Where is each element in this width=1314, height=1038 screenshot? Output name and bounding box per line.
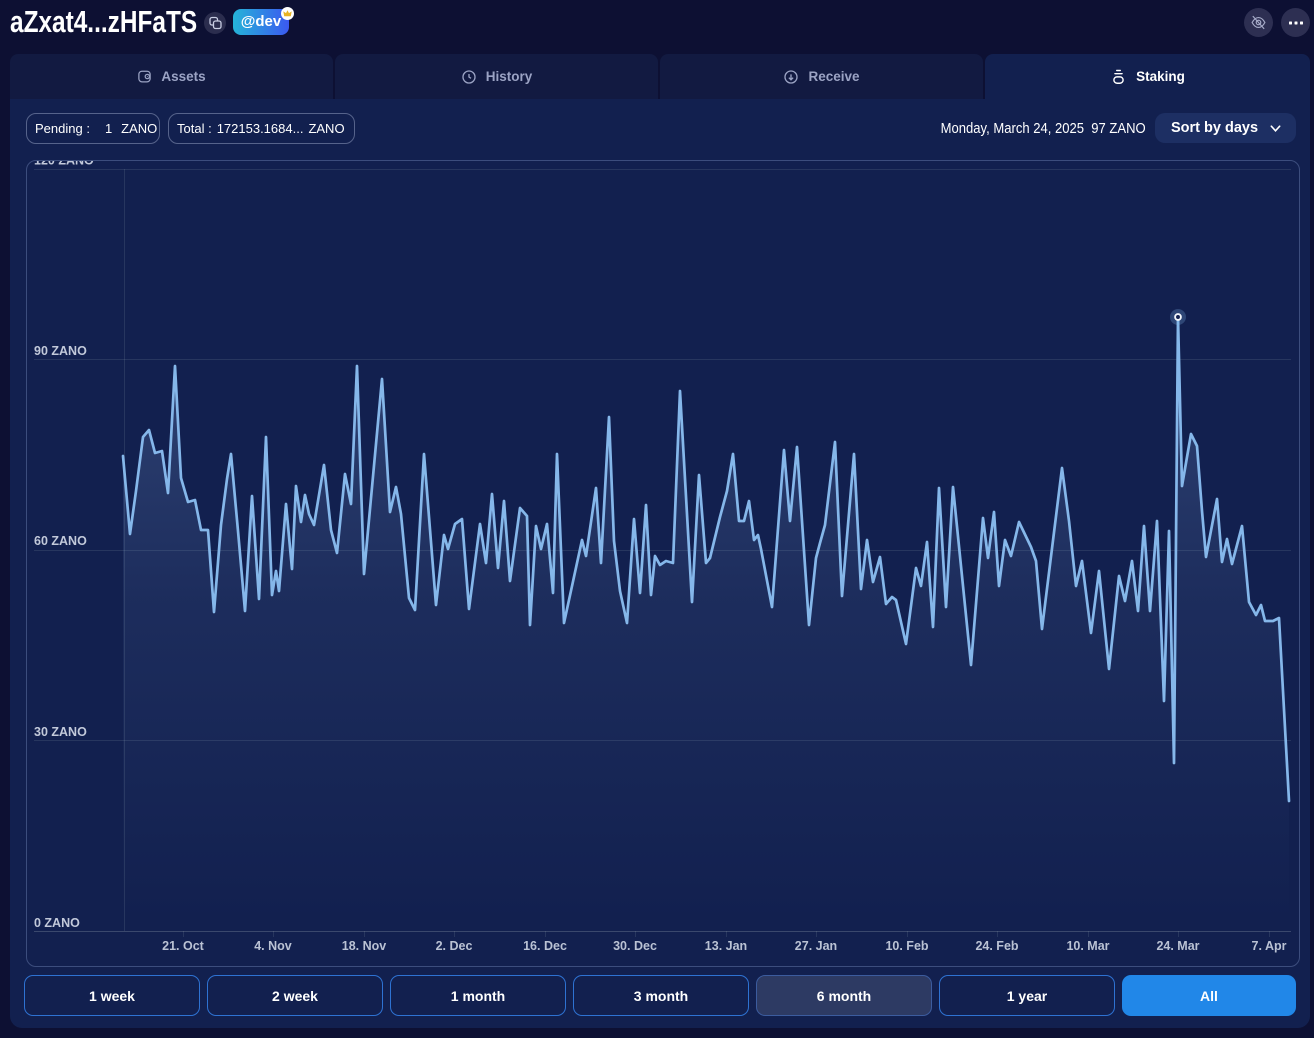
svg-text:4. Nov: 4. Nov (254, 939, 292, 953)
svg-text:10. Mar: 10. Mar (1066, 939, 1109, 953)
svg-text:60 ZANO: 60 ZANO (34, 534, 87, 548)
svg-text:90 ZANO: 90 ZANO (34, 344, 87, 358)
svg-text:13. Jan: 13. Jan (705, 939, 747, 953)
svg-text:120 ZANO: 120 ZANO (34, 161, 94, 168)
svg-text:16. Dec: 16. Dec (523, 939, 567, 953)
svg-text:24. Mar: 24. Mar (1156, 939, 1199, 953)
svg-text:7. Apr: 7. Apr (1252, 939, 1287, 953)
svg-text:30. Dec: 30. Dec (613, 939, 657, 953)
svg-text:30 ZANO: 30 ZANO (34, 725, 87, 739)
svg-text:2. Dec: 2. Dec (436, 939, 473, 953)
svg-text:0 ZANO: 0 ZANO (34, 916, 80, 930)
svg-text:24. Feb: 24. Feb (975, 939, 1018, 953)
svg-text:10. Feb: 10. Feb (885, 939, 928, 953)
svg-text:21. Oct: 21. Oct (162, 939, 205, 953)
svg-text:18. Nov: 18. Nov (342, 939, 387, 953)
svg-text:27. Jan: 27. Jan (795, 939, 837, 953)
